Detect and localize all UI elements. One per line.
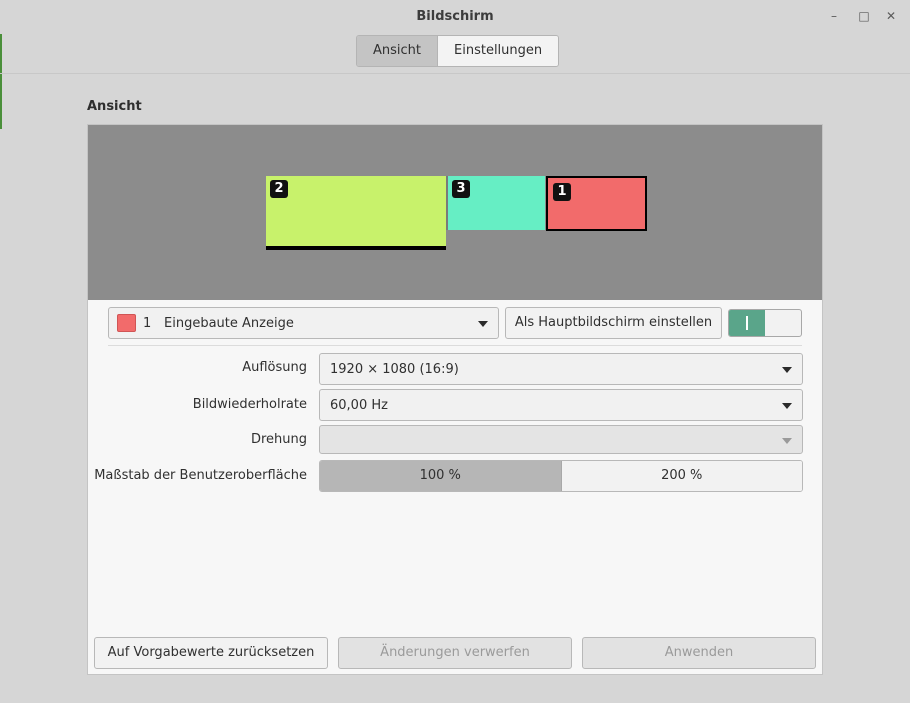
monitor-enable-toggle[interactable]	[728, 309, 802, 337]
chevron-down-icon	[478, 321, 488, 327]
tab-einstellungen[interactable]: Einstellungen	[438, 36, 559, 66]
resolution-select[interactable]: 1920 × 1080 (16:9)	[319, 353, 803, 385]
window-title: Bildschirm	[416, 9, 494, 24]
section-title: Ansicht	[87, 99, 142, 114]
apply-button[interactable]: Anwenden	[582, 637, 816, 669]
rotation-label: Drehung	[250, 432, 307, 447]
monitor-2[interactable]: 2	[266, 176, 446, 250]
monitor-3-badge: 3	[452, 180, 470, 198]
view-tabs: Ansicht Einstellungen	[356, 35, 560, 67]
monitor-1[interactable]: 1	[546, 176, 647, 231]
resolution-label: Auflösung	[242, 360, 307, 375]
rotation-select	[319, 425, 803, 454]
monitor-layout-preview[interactable]: 2 3 1	[88, 125, 822, 300]
scale-option-200[interactable]: 200 %	[561, 461, 802, 491]
title-bar: Bildschirm – □ ✕	[0, 0, 910, 34]
monitor-color-swatch	[117, 314, 136, 332]
refresh-rate-label: Bildwiederholrate	[192, 397, 307, 412]
ui-scale-label: Maßstab der Benutzeroberfläche	[94, 468, 307, 483]
monitor-select-name: Eingebaute Anzeige	[164, 316, 294, 331]
chevron-down-icon	[782, 438, 792, 444]
close-icon[interactable]: ✕	[883, 8, 899, 24]
tab-ansicht[interactable]: Ansicht	[357, 36, 439, 66]
reset-defaults-button[interactable]: Auf Vorgabewerte zurücksetzen	[94, 637, 328, 669]
chevron-down-icon	[782, 403, 792, 409]
refresh-rate-value: 60,00 Hz	[330, 398, 388, 413]
toggle-on-mark	[746, 316, 748, 330]
resolution-value: 1920 × 1080 (16:9)	[330, 362, 459, 377]
maximize-icon[interactable]: □	[856, 8, 872, 24]
scale-option-100[interactable]: 100 %	[320, 461, 562, 491]
monitor-1-badge: 1	[553, 183, 571, 201]
monitor-2-fill	[266, 176, 446, 246]
refresh-rate-select[interactable]: 60,00 Hz	[319, 389, 803, 421]
discard-changes-button[interactable]: Änderungen verwerfen	[338, 637, 572, 669]
monitor-select[interactable]: 1 Eingebaute Anzeige	[108, 307, 499, 339]
set-primary-button[interactable]: Als Hauptbildschirm einstellen	[505, 307, 722, 339]
display-panel: 2 3 1 1 Eingebaute Anzeige Als Hauptbild…	[87, 124, 823, 675]
settings-divider	[108, 345, 802, 346]
minimize-icon[interactable]: –	[826, 8, 842, 24]
monitor-2-badge: 2	[270, 180, 288, 198]
chevron-down-icon	[782, 367, 792, 373]
ui-scale-selector: 100 % 200 %	[319, 460, 803, 492]
header-divider	[0, 73, 910, 74]
monitor-3[interactable]: 3	[446, 176, 545, 230]
monitor-select-number: 1	[143, 316, 152, 331]
left-edge-accent	[0, 34, 2, 129]
